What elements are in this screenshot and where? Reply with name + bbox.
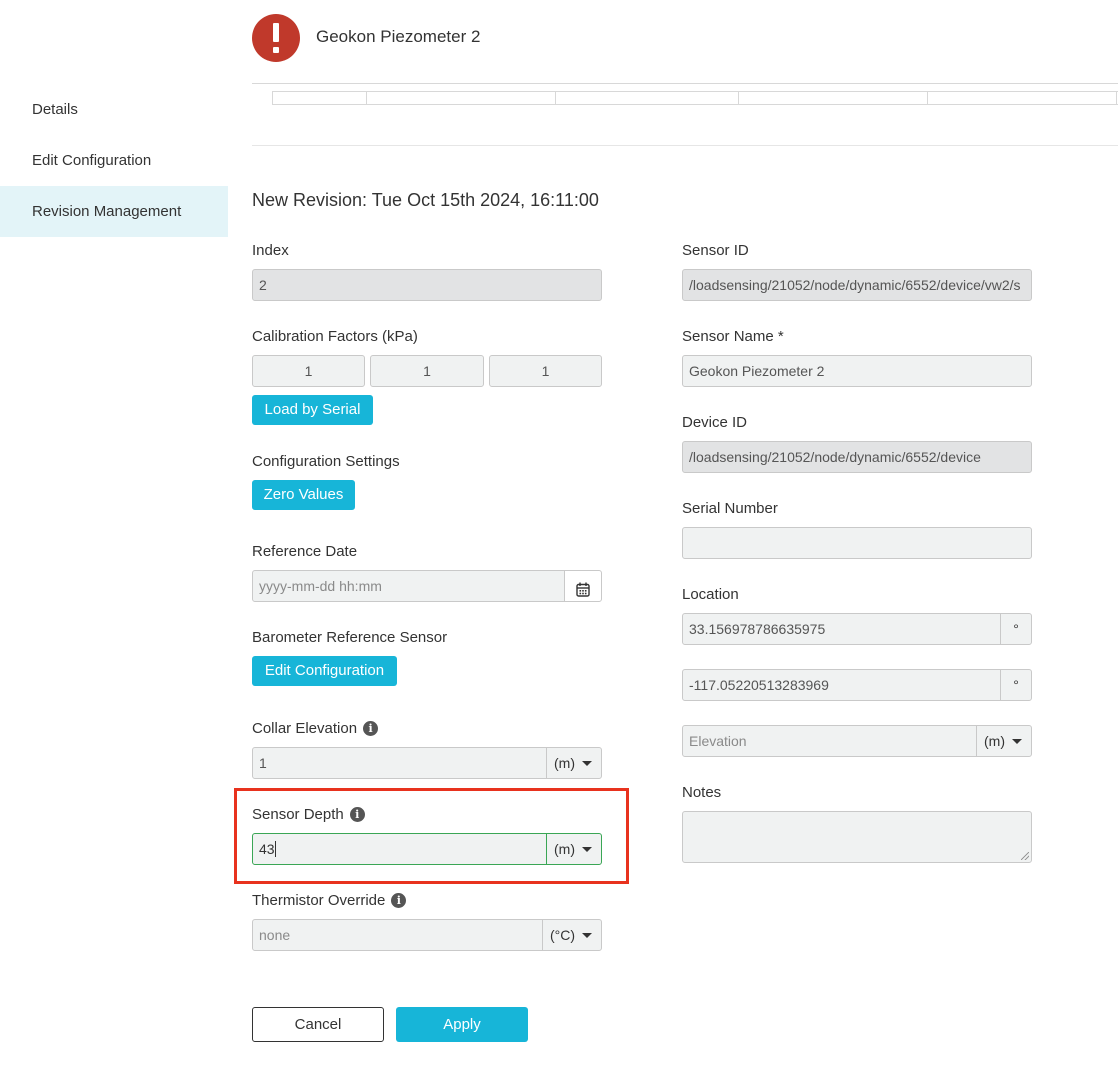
notes-label: Notes [682,784,722,801]
collar-elevation-unit-select[interactable]: (m) [546,747,602,779]
chevron-down-icon [582,847,592,852]
sensor-name-input[interactable]: Geokon Piezometer 2 [682,355,1032,387]
info-icon[interactable]: i [363,721,379,736]
page-title: Geokon Piezometer 2 [316,27,481,46]
info-icon[interactable]: i [391,893,407,908]
serial-number-input[interactable] [682,527,1032,559]
sidebar-item-revision-management[interactable]: Revision Management [0,186,228,237]
latitude-input[interactable]: 33.156978786635975 [682,613,1002,645]
cancel-button[interactable]: Cancel [252,1007,384,1042]
alert-icon [252,14,300,62]
collar-elevation-input[interactable]: 1 [252,747,548,779]
sensor-name-label: Sensor Name * [682,328,784,345]
device-id-input[interactable]: /loadsensing/21052/node/dynamic/6552/dev… [682,441,1032,473]
resize-handle-icon[interactable] [1021,852,1029,860]
sensor-depth-unit-select[interactable]: (m) [546,833,602,865]
apply-button[interactable]: Apply [396,1007,528,1042]
sensor-depth-label: Sensor Depth i [252,806,365,823]
index-input[interactable]: 2 [252,269,602,301]
longitude-input[interactable]: -117.05220513283969 [682,669,1002,701]
edit-configuration-button[interactable]: Edit Configuration [252,656,397,686]
thermistor-unit-select[interactable]: (°C) [542,919,602,951]
reference-date-label: Reference Date [252,543,358,560]
longitude-degree-addon: ° [1000,669,1032,701]
device-id-label: Device ID [682,414,748,431]
chevron-down-icon [582,761,592,766]
revision-title: New Revision: Tue Oct 15th 2024, 16:11:0… [252,190,599,210]
elevation-unit-select[interactable]: (m) [976,725,1032,757]
calibration-factor-1-input[interactable]: 1 [252,355,365,387]
collar-elevation-label: Collar Elevation i [252,720,379,737]
notes-textarea[interactable] [682,811,1032,863]
latitude-degree-addon: ° [1000,613,1032,645]
thermistor-override-input[interactable]: none [252,919,544,951]
elevation-input[interactable]: Elevation [682,725,978,757]
sidebar-item-edit-configuration[interactable]: Edit Configuration [0,135,228,186]
calibration-factors-label: Calibration Factors (kPa) [252,328,418,345]
chevron-down-icon [1012,739,1022,744]
sensor-id-input[interactable]: /loadsensing/21052/node/dynamic/6552/dev… [682,269,1032,301]
serial-number-label: Serial Number [682,500,778,517]
chevron-down-icon [582,933,593,938]
zero-values-button[interactable]: Zero Values [252,480,355,510]
sensor-depth-input[interactable]: 43 [252,833,548,865]
thermistor-override-label: Thermistor Override i [252,892,407,909]
load-by-serial-button[interactable]: Load by Serial [252,395,373,425]
index-label: Index [252,242,289,259]
barometer-reference-label: Barometer Reference Sensor [252,629,448,646]
configuration-settings-label: Configuration Settings [252,453,400,470]
info-icon[interactable]: i [349,807,365,822]
calibration-factor-2-input[interactable]: 1 [370,355,484,387]
calendar-icon [576,582,590,597]
calendar-button[interactable] [564,570,602,602]
sensor-id-label: Sensor ID [682,242,749,259]
location-label: Location [682,586,739,603]
reference-date-input[interactable]: yyyy-mm-dd hh:mm [252,570,566,602]
calibration-factor-3-input[interactable]: 1 [489,355,602,387]
sidebar-item-details[interactable]: Details [0,84,228,135]
